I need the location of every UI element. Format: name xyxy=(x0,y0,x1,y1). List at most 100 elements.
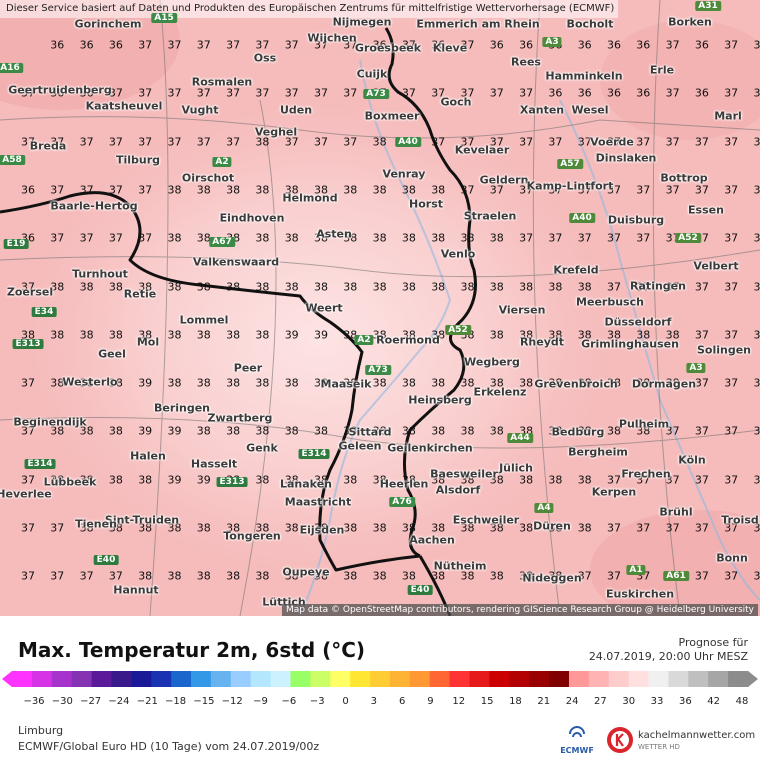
city-label: Oss xyxy=(253,51,277,65)
temperature-value: 37 xyxy=(607,473,621,487)
temperature-value: 37 xyxy=(108,569,123,583)
road-shield: A58 xyxy=(0,155,25,165)
temperature-value: 37 xyxy=(753,328,760,342)
city-label: Erkelenz xyxy=(473,385,527,399)
city-label: Kevelaer xyxy=(454,143,510,157)
temperature-value: 37 xyxy=(167,135,182,149)
temperature-value: 36 xyxy=(607,86,621,100)
temperature-value: 37 xyxy=(79,135,94,149)
city-label: Nütheim xyxy=(433,559,487,573)
road-shield: A15 xyxy=(151,13,177,23)
temperature-value: 37 xyxy=(753,280,760,293)
city-label: Lanaken xyxy=(280,477,332,491)
city-label: Erle xyxy=(649,63,675,77)
temperature-value: 38 xyxy=(226,280,241,293)
temperature-value: 38 xyxy=(226,424,241,438)
city-label: Venlo xyxy=(440,247,476,261)
ecmwf-logo[interactable]: ECMWF xyxy=(560,726,594,756)
map-attribution[interactable]: Map data © OpenStreetMap contributors, r… xyxy=(282,604,758,616)
city-label: Tongeren xyxy=(223,529,281,543)
temperature-value: 36 xyxy=(636,86,651,100)
temperature-value: 37 xyxy=(519,86,534,100)
temperature-value: 38 xyxy=(79,328,94,342)
colorbar-swatch xyxy=(330,671,351,687)
temperature-value: 36 xyxy=(50,38,65,52)
temperature-value: 38 xyxy=(489,231,504,245)
colorbar-tick-label: 27 xyxy=(594,696,607,707)
city-label: Heerlen xyxy=(379,477,429,491)
temperature-value: 37 xyxy=(724,183,739,197)
forecast-time: 24.07.2019, 20:00 Uhr MESZ xyxy=(588,650,748,663)
colorbar-swatch xyxy=(370,671,391,687)
temperature-value: 39 xyxy=(314,328,328,342)
temperature-value: 37 xyxy=(21,569,35,583)
temperature-value: 37 xyxy=(401,86,416,100)
temperature-value: 37 xyxy=(431,135,446,149)
city-label: Dormagen xyxy=(631,377,697,391)
city-label: Nijmegen xyxy=(332,15,392,29)
colorbar-tick-label: 6 xyxy=(398,696,406,707)
colorbar-swatch xyxy=(151,671,172,687)
road-shield: A52 xyxy=(675,233,701,243)
temperature-value: 37 xyxy=(636,183,651,197)
city-label: Uden xyxy=(279,103,313,117)
temperature-value: 38 xyxy=(255,328,270,342)
city-label: Geel xyxy=(98,347,126,361)
city-label: Cuijk xyxy=(356,67,388,81)
temperature-value: 37 xyxy=(79,569,94,583)
temperature-value: 37 xyxy=(50,231,65,245)
temperature-value: 38 xyxy=(108,473,123,487)
colorbar-tick-label: 42 xyxy=(707,696,721,707)
city-label: Boxmeer xyxy=(364,109,420,123)
city-label: Eschweiler xyxy=(452,513,520,527)
temperature-value: 37 xyxy=(724,280,739,293)
temperature-value: 36 xyxy=(636,38,651,52)
city-label: Bergheim xyxy=(568,445,628,459)
city-label: Wijchen xyxy=(307,31,357,45)
temperature-value: 37 xyxy=(607,569,621,583)
temperature-value: 38 xyxy=(401,231,416,245)
temperature-value: 39 xyxy=(167,473,182,487)
temperature-value: 38 xyxy=(50,328,65,342)
city-label: Dinslaken xyxy=(595,151,657,165)
road-shield: A3 xyxy=(542,37,562,47)
city-label: Turnhout xyxy=(72,267,128,281)
city-label: Westerlo xyxy=(62,375,118,389)
city-label: Grimlinghausen xyxy=(581,337,679,351)
colorbar-swatch xyxy=(648,671,669,687)
city-label: Genk xyxy=(246,441,278,455)
temperature-value: 37 xyxy=(138,135,153,149)
temperature-value: 37 xyxy=(21,473,35,487)
temperature-value: 38 xyxy=(519,280,534,293)
kachelmann-logo-icon[interactable] xyxy=(606,726,634,754)
colorbar-tick-label: −24 xyxy=(108,696,130,707)
road-shield: A76 xyxy=(389,497,415,507)
city-label: Heverlee xyxy=(0,487,52,501)
kachelmann-subtitle: WETTER HD xyxy=(638,743,680,751)
kachelmann-name[interactable]: kachelmannwetter.com xyxy=(638,730,755,741)
temperature-value: 38 xyxy=(431,183,446,197)
temperature-map[interactable]: Dieser Service basiert auf Daten und Pro… xyxy=(0,0,760,616)
temperature-value: 38 xyxy=(255,183,270,197)
city-label: Borken xyxy=(668,15,712,29)
temperature-value: 36 xyxy=(108,38,123,52)
temperature-value: 38 xyxy=(196,424,211,438)
temperature-value: 38 xyxy=(372,135,387,149)
temperature-value: 37 xyxy=(50,183,65,197)
city-label: Halen xyxy=(130,449,166,463)
colorbar-swatch xyxy=(608,671,630,687)
temperature-value: 39 xyxy=(138,424,153,438)
temperature-value: 37 xyxy=(50,521,65,535)
temperature-value: 37 xyxy=(577,231,592,245)
temperature-value: 37 xyxy=(694,521,709,535)
temperature-value: 38 xyxy=(167,328,182,342)
temperature-value: 37 xyxy=(753,424,760,438)
colorbar-tick-label: 15 xyxy=(480,696,494,707)
city-label: Vught xyxy=(181,103,219,117)
colorbar-swatch xyxy=(668,671,689,687)
colorbar-swatch xyxy=(51,671,73,687)
temperature-value: 37 xyxy=(694,376,709,390)
temperature-value: 37 xyxy=(226,135,241,149)
ecmwf-swirl-icon xyxy=(569,726,585,738)
city-label: Aachen xyxy=(409,533,455,547)
